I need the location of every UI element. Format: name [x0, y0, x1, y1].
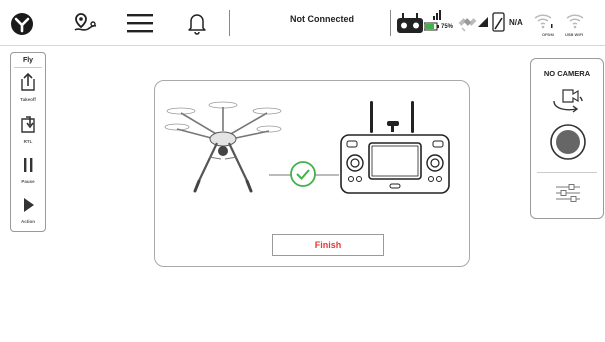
- pause-label: Pause: [21, 179, 35, 184]
- play-icon: [24, 198, 34, 212]
- phone-battery-icon: [492, 12, 505, 32]
- connection-dialog: Finish: [154, 80, 470, 267]
- usb-wifi-label: USB WIFI: [565, 32, 583, 37]
- camera-panel: NO CAMERA: [530, 58, 604, 219]
- takeoff-icon: [21, 72, 35, 91]
- action-label: Action: [21, 219, 35, 224]
- pause-icon: [24, 158, 33, 172]
- notification-bell-icon[interactable]: [187, 11, 207, 35]
- drone-illustration: [164, 101, 282, 193]
- wifi-ofdm-icon: [534, 14, 553, 29]
- record-button[interactable]: [549, 123, 587, 161]
- pause-button[interactable]: Pause: [11, 155, 45, 191]
- na-label: N/A: [509, 18, 523, 27]
- no-camera-label: NO CAMERA: [543, 69, 591, 78]
- app-logo-icon[interactable]: [10, 12, 34, 36]
- finish-button[interactable]: Finish: [272, 234, 384, 256]
- takeoff-label: Takeoff: [20, 97, 36, 102]
- switch-camera-icon[interactable]: [551, 87, 585, 115]
- signal-bars-icon: [433, 10, 441, 20]
- map-pin-icon[interactable]: [72, 11, 98, 35]
- gps-signal-icon: [478, 17, 488, 27]
- panel-divider: [537, 172, 597, 173]
- remote-controller-illustration: [340, 101, 450, 194]
- panel-divider: [14, 67, 42, 68]
- menu-icon[interactable]: [127, 13, 153, 33]
- check-circle-icon: [290, 161, 316, 187]
- rtl-button[interactable]: RTL: [11, 113, 45, 149]
- fly-panel: Fly Takeoff RTL Pause Action: [10, 52, 46, 232]
- topbar-separator: [390, 10, 391, 36]
- rtl-label: RTL: [23, 139, 33, 144]
- settings-sliders-icon[interactable]: [555, 183, 581, 203]
- takeoff-button[interactable]: Takeoff: [11, 71, 45, 107]
- ofdm-label: OFDM: [542, 32, 554, 37]
- rtl-icon: [21, 116, 35, 133]
- wifi-usb-icon: [566, 14, 584, 29]
- battery-percent: 75%: [441, 24, 454, 30]
- topbar-separator: [229, 10, 230, 36]
- connection-status: Not Connected: [290, 14, 354, 24]
- top-bar: Not Connected 75% N/A OFDM USB WIFI: [0, 0, 605, 46]
- satellite-icon: [458, 18, 477, 32]
- fly-panel-title: Fly: [22, 57, 34, 64]
- remote-controller-icon: [397, 13, 423, 33]
- action-button[interactable]: Action: [11, 195, 45, 231]
